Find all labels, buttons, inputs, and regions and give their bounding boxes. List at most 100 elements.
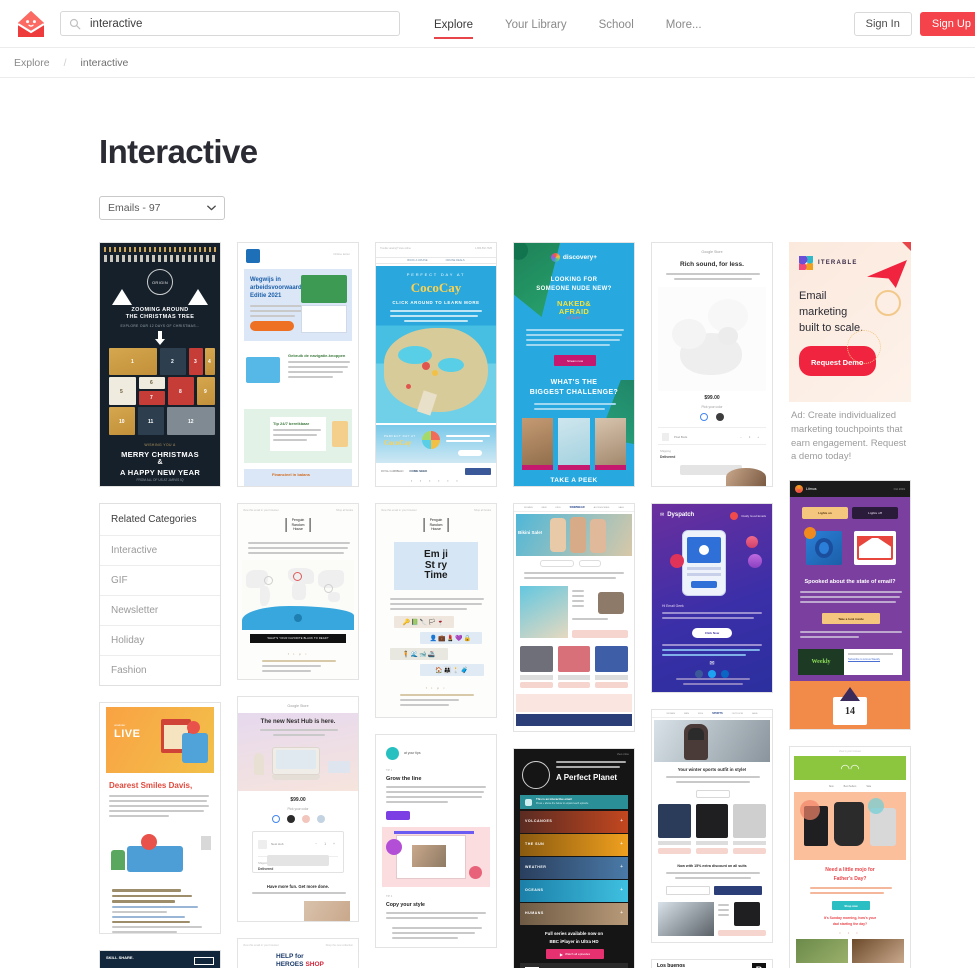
cta-button[interactable]: Stream now	[554, 355, 596, 366]
advent-door[interactable]: 9	[197, 377, 215, 405]
link-copy[interactable]	[662, 644, 762, 659]
social-icons[interactable]	[652, 670, 772, 678]
email-card-dyspatch[interactable]: ✉ Dyspatch Really Good Emails Hi Email G…	[651, 503, 773, 693]
chip-1[interactable]	[540, 560, 574, 567]
accordion-expand-icon[interactable]: +	[620, 818, 623, 824]
advent-door[interactable]: 6	[139, 377, 165, 389]
cta-button[interactable]: Shop now	[832, 901, 870, 911]
swatch-white[interactable]	[700, 413, 708, 421]
nav-item[interactable]: WOMEN	[524, 507, 533, 509]
chip-2[interactable]	[579, 560, 601, 567]
advent-door[interactable]: 10	[109, 407, 135, 435]
color-swatches[interactable]	[238, 815, 358, 823]
email-card-swimwear-sale[interactable]: WOMEN MEN KIDS SWIMWEAR ACCESSORIES SALE…	[513, 503, 635, 732]
nav-item[interactable]: KIDS	[556, 507, 561, 509]
sign-up-button[interactable]: Sign Up	[919, 11, 975, 36]
nav-brand[interactable]: SWIMWEAR	[570, 506, 585, 509]
add-to-cart-button[interactable]	[718, 930, 766, 936]
product-grid[interactable]	[658, 804, 767, 858]
email-card-los-buenos-inicios[interactable]: Los buenos inicios B	[651, 959, 773, 968]
swatch-mist[interactable]	[316, 815, 325, 823]
poll-option-2[interactable]	[558, 418, 590, 470]
email-card-skillshare[interactable]: SKILL SHARE. Make art for good!	[99, 950, 221, 968]
nav-item[interactable]: OUTDOOR	[732, 713, 743, 715]
site-logo[interactable]	[14, 7, 48, 41]
advent-door[interactable]: 7	[139, 391, 165, 405]
nav-deals[interactable]: CRUISE DEALS	[446, 259, 465, 262]
nav-item-your-library[interactable]: Your Library	[505, 0, 567, 48]
cta-button[interactable]: Take a look inside	[822, 613, 880, 625]
advent-door[interactable]: 11	[138, 407, 164, 435]
nav-item[interactable]: KIDS	[698, 713, 703, 715]
poll-option-3[interactable]	[594, 418, 626, 470]
nav-item[interactable]: ACCESSORIES	[594, 507, 610, 509]
product-tile[interactable]	[733, 804, 767, 858]
promo-code-input[interactable]	[666, 886, 710, 895]
watch-episodes-button[interactable]: ▶ Watch all episodes	[546, 949, 604, 959]
color-swatches[interactable]	[652, 413, 772, 421]
advent-door[interactable]: 4	[205, 348, 215, 375]
product-tile[interactable]	[520, 646, 553, 690]
advent-door[interactable]: 2	[160, 348, 186, 375]
product-cta[interactable]	[695, 848, 729, 854]
cta-button[interactable]	[250, 321, 294, 331]
nav-item-school[interactable]: School	[599, 0, 634, 48]
advent-door[interactable]: 3	[189, 348, 203, 375]
poll-options[interactable]	[522, 418, 626, 470]
breadcrumb-explore[interactable]: Explore	[14, 57, 50, 69]
apply-button[interactable]	[714, 886, 762, 895]
nav-item[interactable]: SALE	[618, 507, 624, 509]
facebook-button[interactable]	[465, 467, 491, 475]
related-category-interactive[interactable]: Interactive	[100, 536, 220, 566]
accordion-expand-icon[interactable]: +	[620, 841, 623, 847]
shop-now-button[interactable]	[696, 790, 730, 798]
social-icons[interactable]: f t p i	[376, 686, 496, 690]
product-tile[interactable]	[557, 646, 591, 690]
email-card-christmas-advent[interactable]: ORIGIN ZOOMING AROUND THE CHRISTMAS TREE…	[99, 242, 221, 487]
email-nav[interactable]: WOMEN MEN KIDS SPORTS OUTDOOR SALE	[652, 710, 772, 718]
email-card-design-tips[interactable]: at your tips TIP 1 Grow the line TIP 2 C…	[375, 734, 497, 948]
product-tile[interactable]	[658, 804, 691, 858]
email-nav[interactable]: New Best Sellers Sale	[794, 782, 906, 790]
email-card-google-nest-hub[interactable]: Google Store The new Nest Hub is here. $…	[237, 696, 359, 922]
advent-door[interactable]: 12	[167, 407, 215, 435]
social-icons[interactable]: ▪ ▪ ▪ ▪ ▪ ▪	[376, 479, 496, 483]
email-card-discovery-plus[interactable]: discovery+ LOOKING FOR SOMEONE NUDE NEW?…	[513, 242, 635, 487]
accordion-weather[interactable]: WEATHER +	[520, 857, 628, 879]
poll-option-1[interactable]	[522, 418, 554, 470]
product-cta[interactable]	[520, 682, 553, 688]
accordion-volcanoes[interactable]: VOLCANOES +	[520, 811, 628, 833]
product-tile[interactable]	[695, 804, 729, 858]
accordion-expand-icon[interactable]: +	[620, 864, 623, 870]
nav-item-more[interactable]: More...	[666, 0, 702, 48]
product-tile[interactable]	[595, 646, 629, 690]
add-to-cart-button[interactable]	[572, 630, 628, 638]
quantity-stepper[interactable]: − 1 +	[740, 435, 762, 439]
nav-book[interactable]: BOOK A CRUISE	[407, 259, 427, 262]
accordion-oceans[interactable]: OCEANS +	[520, 880, 628, 902]
product-grid[interactable]	[520, 646, 629, 690]
product-cta[interactable]	[557, 682, 591, 688]
checkout-button[interactable]	[267, 855, 329, 866]
accordion-humans[interactable]: HUMANS +	[520, 903, 628, 925]
email-card-fathers-day[interactable]: View in your browser ◠◠ New Best Sellers…	[789, 746, 911, 968]
email-card-prh-emoji-story-time[interactable]: View this email in your browser Shop all…	[375, 503, 497, 718]
email-card-google-buds[interactable]: Google Store Rich sound, for less. $99.0…	[651, 242, 773, 487]
sign-in-button[interactable]: Sign In	[853, 11, 912, 36]
accordion-expand-icon[interactable]: +	[620, 887, 623, 893]
related-category-fashion[interactable]: Fashion	[100, 656, 220, 685]
nav-brand[interactable]: SPORTS	[712, 712, 723, 715]
related-category-holiday[interactable]: Holiday	[100, 626, 220, 656]
accordion-the-sun[interactable]: THE SUN +	[520, 834, 628, 856]
email-nav[interactable]: BOOK A CRUISE CRUISE DEALS	[376, 257, 496, 264]
related-category-newsletter[interactable]: Newsletter	[100, 596, 220, 626]
email-nav[interactable]: WOMEN MEN KIDS SWIMWEAR ACCESSORIES SALE	[514, 504, 634, 512]
product-cta[interactable]	[733, 848, 767, 854]
email-card-arbeidsvoorwaarden[interactable]: Online lezen Wegwijs in arbeidsvoorwaard…	[237, 242, 359, 487]
swatch-sand[interactable]	[301, 815, 310, 823]
quantity-stepper[interactable]: − 1 +	[315, 842, 338, 846]
email-card-winter-sports[interactable]: WOMEN MEN KIDS SPORTS OUTDOOR SALE Your …	[651, 709, 773, 943]
nav-item[interactable]: New	[829, 785, 834, 788]
nav-item[interactable]: Sale	[866, 785, 871, 788]
emoji-row-3[interactable]: 🧍🌊🐋🚢	[390, 648, 448, 660]
